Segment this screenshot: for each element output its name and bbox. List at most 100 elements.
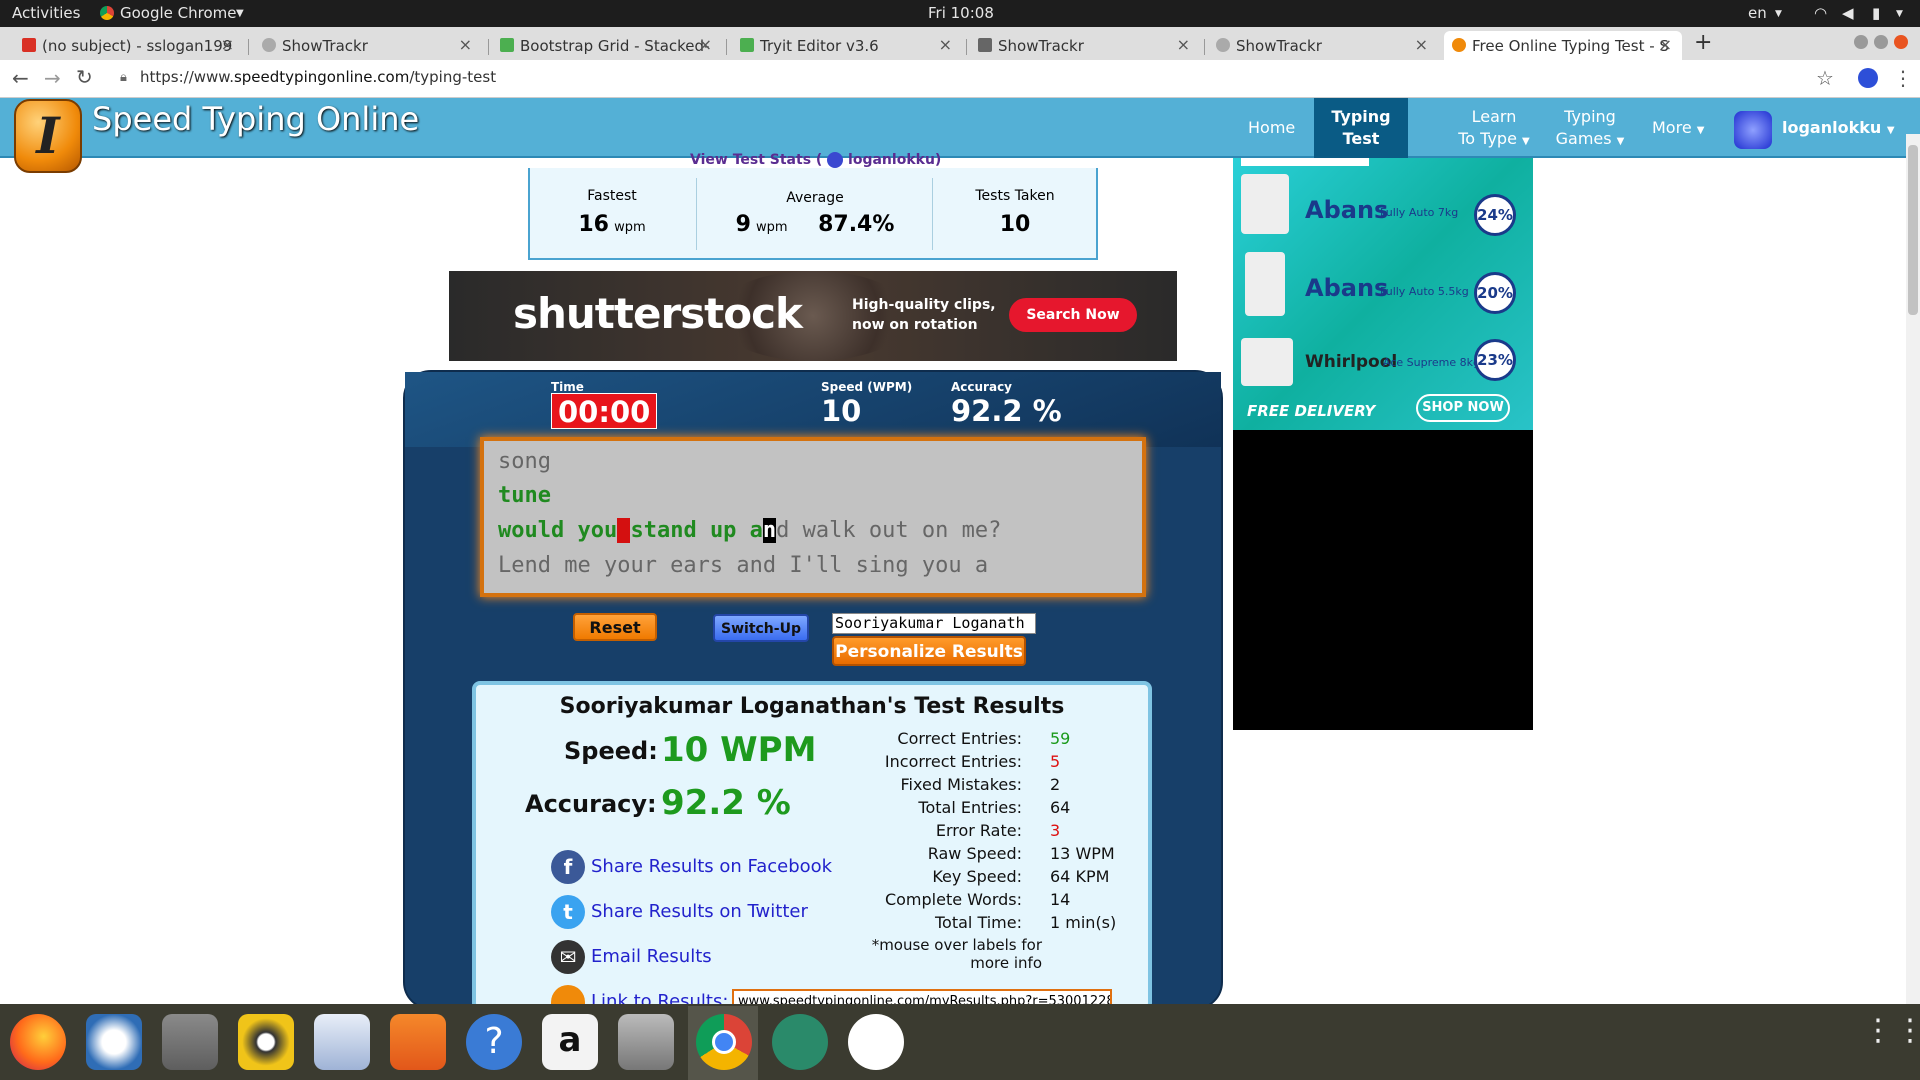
email-results-link[interactable]: Email Results xyxy=(591,946,712,967)
detail-label[interactable]: Incorrect Entries: xyxy=(782,752,1022,771)
nav-more[interactable]: More ▼ xyxy=(1652,117,1704,142)
close-tab-icon[interactable]: × xyxy=(939,35,952,54)
tab-tryit-editor[interactable]: Tryit Editor v3.6 × xyxy=(732,31,962,60)
abans-ad[interactable]: Abans Fully Auto 7kg 24% Abans Fully Aut… xyxy=(1233,158,1533,430)
accuracy-label: Accuracy xyxy=(951,380,1013,394)
note-line: more info xyxy=(970,954,1042,972)
battery-icon: ▮ xyxy=(1872,4,1881,22)
tab-showtrackr[interactable]: ShowTrackr × xyxy=(254,31,482,60)
nav-learn-to-type[interactable]: Learn To Type ▼ xyxy=(1434,106,1554,153)
detail-label[interactable]: Complete Words: xyxy=(782,890,1022,909)
profile-avatar[interactable] xyxy=(1858,68,1878,88)
lock-icon[interactable]: 🔒︎ xyxy=(120,70,127,85)
amazon-icon[interactable]: a xyxy=(542,1014,598,1070)
untyped-text: d walk out on me? xyxy=(776,518,1002,543)
accuracy-result-label[interactable]: Accuracy: xyxy=(525,790,657,818)
scrollbar-thumb[interactable] xyxy=(1908,145,1918,315)
stat-tests-taken: Tests Taken 10 xyxy=(934,168,1096,258)
close-tab-icon[interactable]: × xyxy=(221,35,234,54)
name-input[interactable]: Sooriyakumar Loganath xyxy=(832,613,1036,634)
minimize-icon[interactable] xyxy=(1854,35,1868,49)
typed-correct: would you xyxy=(498,518,618,543)
close-tab-icon[interactable]: × xyxy=(459,35,472,54)
speed-label: Speed (WPM) xyxy=(821,380,913,394)
nav-typing-games[interactable]: Typing Games ▼ xyxy=(1540,106,1640,153)
reset-button[interactable]: Reset xyxy=(573,613,657,641)
show-apps-grid-icon[interactable]: ⋮⋮⋮ xyxy=(1863,1016,1920,1046)
tab-bootstrap-grid[interactable]: Bootstrap Grid - Stacked- × xyxy=(492,31,722,60)
shop-now-button[interactable]: SHOP NOW xyxy=(1416,394,1510,422)
results-link-field[interactable]: www.speedtypingonline.com/myResults.php?… xyxy=(732,989,1112,1004)
maximize-icon[interactable] xyxy=(1874,35,1888,49)
app-menu[interactable]: Google Chrome xyxy=(120,4,237,22)
atom-icon[interactable] xyxy=(772,1014,828,1070)
url-path: /typing-test xyxy=(409,68,497,86)
software-center-icon[interactable] xyxy=(390,1014,446,1070)
shutterstock-ad[interactable]: shutterstock High-quality clips, now on … xyxy=(449,271,1177,361)
facebook-icon[interactable]: f xyxy=(551,850,585,884)
page-icon xyxy=(978,38,992,52)
close-window-icon[interactable] xyxy=(1894,35,1908,49)
nav-home[interactable]: Home xyxy=(1248,117,1295,139)
email-icon[interactable]: ✉ xyxy=(551,940,585,974)
share-facebook-link[interactable]: Share Results on Facebook xyxy=(591,856,832,877)
gmail-icon xyxy=(22,38,36,52)
site-logo[interactable]: I xyxy=(14,99,82,173)
chrome-icon[interactable] xyxy=(696,1014,752,1070)
share-twitter-link[interactable]: Share Results on Twitter xyxy=(591,901,808,922)
detail-value: 3 xyxy=(1050,821,1061,840)
detail-value: 13 WPM xyxy=(1050,844,1115,863)
stat-fastest: Fastest 16 wpm xyxy=(530,168,694,258)
new-tab-icon[interactable]: + xyxy=(1694,30,1712,55)
w3schools-icon xyxy=(740,38,754,52)
washing-machine-image xyxy=(1241,174,1289,234)
camera-icon[interactable] xyxy=(618,1014,674,1070)
files-icon[interactable] xyxy=(162,1014,218,1070)
switch-up-button[interactable]: Switch-Up xyxy=(713,614,809,642)
ad-search-now-button[interactable]: Search Now xyxy=(1009,298,1137,332)
user-avatar-icon[interactable] xyxy=(1734,111,1772,149)
twitter-icon[interactable]: t xyxy=(551,895,585,929)
ad-brand-2: Abans xyxy=(1305,274,1389,302)
back-arrow-icon[interactable]: ← xyxy=(12,66,29,90)
typing-text-area[interactable]: song tune would you stand up and walk ou… xyxy=(480,437,1146,597)
nav-typing-test[interactable]: Typing Test xyxy=(1314,98,1408,158)
forward-arrow-icon[interactable]: → xyxy=(44,66,61,90)
url-field[interactable]: https://www.speedtypingonline.com/typing… xyxy=(140,68,496,86)
system-menu-chevron-icon[interactable]: ▼ xyxy=(1896,9,1903,19)
close-tab-icon[interactable]: × xyxy=(1659,35,1672,54)
tab-gmail[interactable]: (no subject) - sslogan199 × xyxy=(14,31,244,60)
language-indicator[interactable]: en xyxy=(1748,4,1767,22)
firefox-icon[interactable] xyxy=(10,1014,66,1070)
menu-dots-icon[interactable]: ⋮ xyxy=(1893,66,1913,90)
slack-icon[interactable] xyxy=(848,1014,904,1070)
detail-label[interactable]: Total Entries: xyxy=(782,798,1022,817)
detail-label[interactable]: Correct Entries: xyxy=(782,729,1022,748)
reload-icon[interactable]: ↻ xyxy=(76,65,93,89)
detail-label[interactable]: Error Rate: xyxy=(782,821,1022,840)
bookmark-star-icon[interactable]: ☆ xyxy=(1816,66,1834,90)
help-icon[interactable]: ? xyxy=(466,1014,522,1070)
detail-label[interactable]: Fixed Mistakes: xyxy=(782,775,1022,794)
tab-showtrackr[interactable]: ShowTrackr × xyxy=(970,31,1200,60)
activities-button[interactable]: Activities xyxy=(12,4,80,22)
speed-result-label[interactable]: Speed: xyxy=(564,737,658,765)
tab-showtrackr[interactable]: ShowTrackr × xyxy=(1208,31,1438,60)
site-title[interactable]: Speed Typing Online xyxy=(92,100,419,138)
detail-value: 64 xyxy=(1050,798,1071,817)
nav-label: Typing xyxy=(1331,107,1391,126)
tab-typing-test[interactable]: Free Online Typing Test - S × xyxy=(1444,31,1682,60)
speedtyping-icon xyxy=(1452,38,1466,52)
detail-label[interactable]: Total Time: xyxy=(782,913,1022,932)
nav-user[interactable]: loganlokku ▼ xyxy=(1782,117,1895,142)
caret-down-icon: ▼ xyxy=(1696,125,1705,136)
close-tab-icon[interactable]: × xyxy=(1177,35,1190,54)
close-tab-icon[interactable]: × xyxy=(699,35,712,54)
close-tab-icon[interactable]: × xyxy=(1415,35,1428,54)
view-test-stats-link[interactable]: View Test Stats ( loganlokku) xyxy=(690,152,941,168)
document-viewer-icon[interactable] xyxy=(314,1014,370,1070)
clock[interactable]: Fri 10:08 xyxy=(928,4,994,22)
personalize-results-button[interactable]: Personalize Results xyxy=(832,636,1026,666)
rhythmbox-icon[interactable] xyxy=(238,1014,294,1070)
thunderbird-icon[interactable] xyxy=(86,1014,142,1070)
